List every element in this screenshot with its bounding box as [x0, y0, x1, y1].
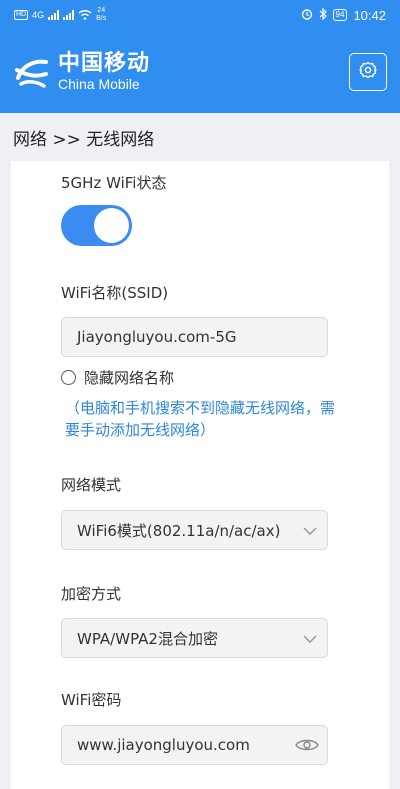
hide-ssid-label: 隐藏网络名称	[84, 369, 175, 387]
status-bar: HD 4G 24 B/s 94 10:42	[0, 0, 400, 30]
network-type: 4G	[32, 10, 45, 20]
brand-logo: 中国移动 China Mobile	[12, 50, 151, 92]
status-time: 10:42	[353, 7, 386, 23]
signal-icon-2	[63, 10, 75, 20]
password-label: WiFi密码	[61, 691, 122, 709]
alarm-icon	[301, 8, 313, 23]
brand-name-cn: 中国移动	[58, 50, 151, 76]
toggle-knob	[94, 208, 129, 243]
settings-button[interactable]	[349, 52, 387, 91]
wifi-status-label: 5GHz WiFi状态	[61, 174, 167, 192]
network-speed: 24 B/s	[96, 7, 106, 23]
wifi-icon	[78, 9, 92, 22]
brand-text: 中国移动 China Mobile	[58, 50, 151, 92]
breadcrumb: 网络 >> 无线网络	[0, 113, 400, 161]
app-header: 中国移动 China Mobile	[0, 30, 400, 113]
network-mode-label: 网络模式	[61, 476, 122, 494]
encryption-select[interactable]: WPA/WPA2混合加密	[61, 618, 328, 658]
password-input[interactable]: www.jiayongluyou.com	[61, 725, 328, 765]
status-right: 94 10:42	[301, 7, 386, 23]
battery-icon: 94	[332, 9, 348, 21]
password-value: www.jiayongluyou.com	[77, 736, 250, 754]
chevron-down-icon	[303, 629, 317, 647]
hide-ssid-hint: （电脑和手机搜索不到隐藏无线网络，需要手动添加无线网络）	[65, 399, 336, 439]
wifi-status-toggle[interactable]	[61, 205, 132, 246]
network-mode-value: WiFi6模式(802.11a/n/ac/ax)	[77, 521, 281, 540]
speed-unit: B/s	[96, 15, 107, 22]
breadcrumb-text: 网络 >> 无线网络	[13, 129, 155, 150]
encryption-label: 加密方式	[61, 585, 122, 603]
bluetooth-icon	[319, 7, 327, 23]
gear-icon	[359, 61, 377, 83]
brand-name-en: China Mobile	[58, 75, 140, 92]
eye-icon[interactable]	[295, 735, 319, 755]
china-mobile-logo-icon	[12, 52, 52, 92]
ssid-label: WiFi名称(SSID)	[61, 284, 169, 302]
network-mode-select[interactable]: WiFi6模式(802.11a/n/ac/ax)	[61, 510, 328, 550]
hd-badge: HD	[14, 10, 29, 20]
ssid-input[interactable]: Jiayongluyou.com-5G	[61, 317, 328, 357]
speed-value: 24	[97, 7, 106, 14]
status-left: HD 4G 24 B/s	[14, 7, 106, 23]
hide-ssid-option[interactable]: 隐藏网络名称	[61, 367, 174, 388]
wifi-settings-card: 5GHz WiFi状态 WiFi名称(SSID) Jiayongluyou.co…	[11, 161, 389, 789]
signal-icon	[48, 10, 60, 20]
encryption-value: WPA/WPA2混合加密	[77, 629, 218, 648]
chevron-down-icon	[303, 521, 317, 539]
hide-ssid-checkbox[interactable]	[61, 370, 76, 385]
